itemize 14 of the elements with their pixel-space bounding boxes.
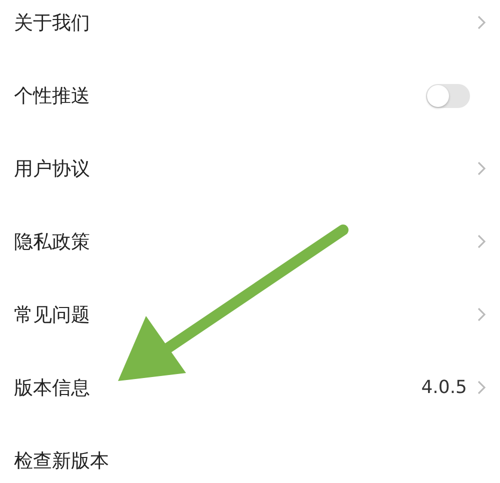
setting-label: 关于我们: [14, 10, 91, 36]
toggle-switch[interactable]: [426, 84, 470, 108]
chevron-right-icon: [477, 380, 486, 395]
chevron-right-icon: [477, 234, 486, 249]
version-number: 4.0.5: [421, 377, 467, 398]
setting-label: 检查新版本: [14, 448, 110, 474]
chevron-right-icon: [477, 15, 486, 30]
chevron-right-icon: [477, 307, 486, 322]
setting-label: 个性推送: [14, 84, 91, 108]
chevron-right-icon: [477, 161, 486, 176]
setting-label: 常见问题: [14, 302, 91, 328]
setting-label: 隐私政策: [14, 230, 91, 254]
setting-label: 版本信息: [14, 376, 91, 400]
setting-label: 用户协议: [14, 156, 91, 182]
